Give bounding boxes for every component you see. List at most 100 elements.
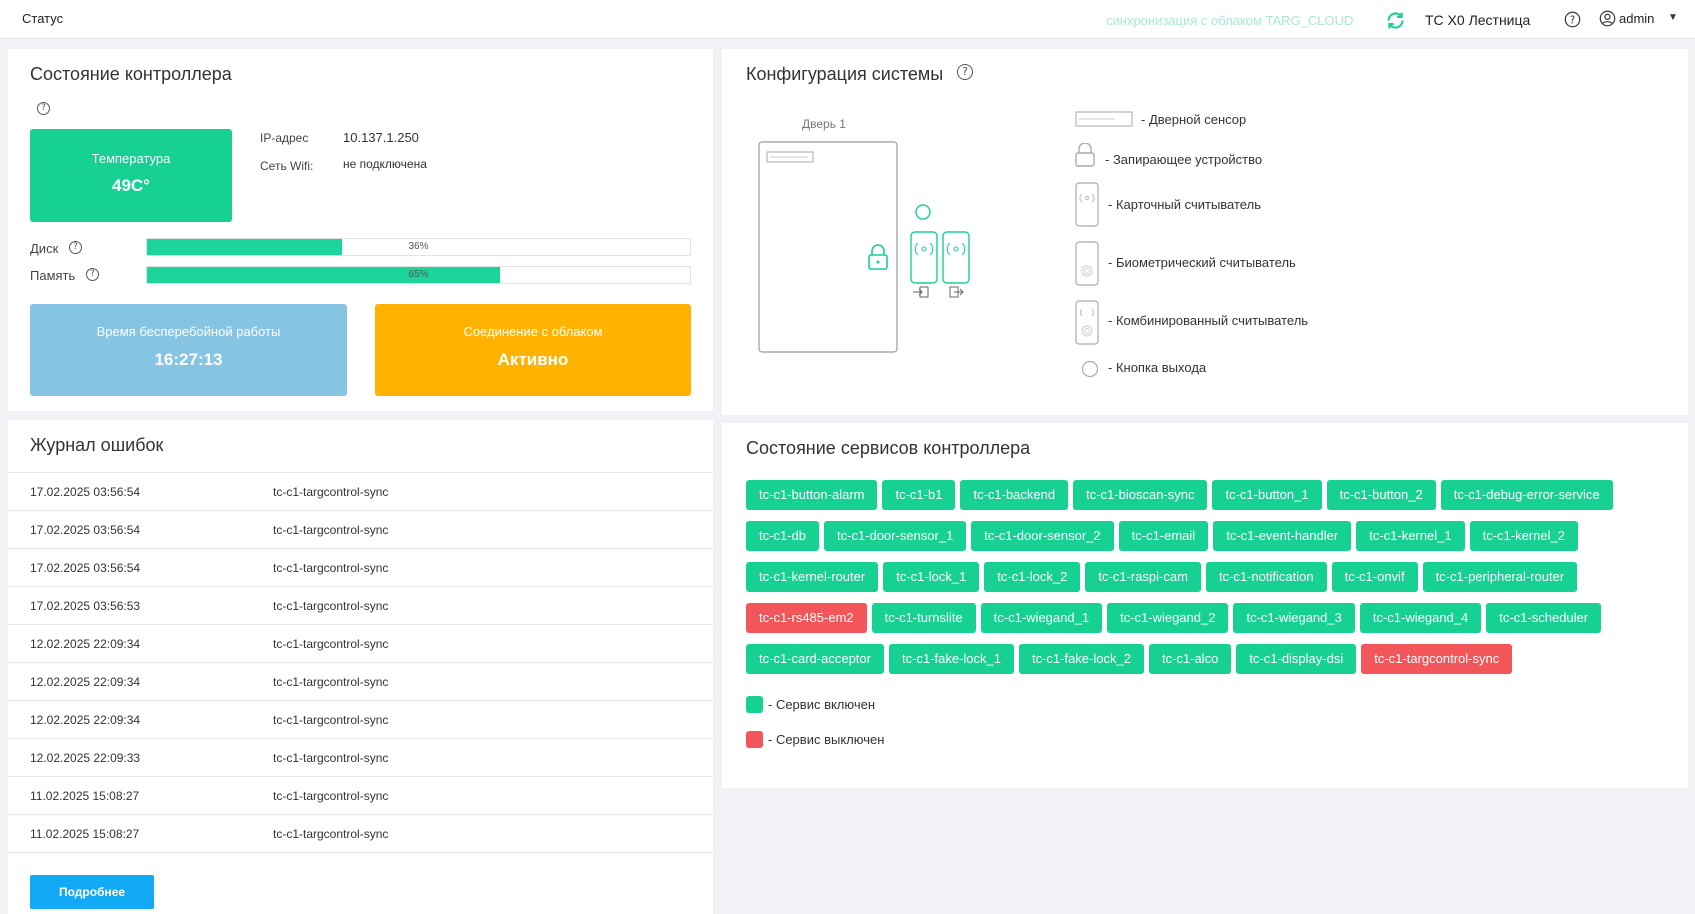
service-chip[interactable]: tc-c1-db — [746, 521, 819, 551]
service-chip[interactable]: tc-c1-kernel-router — [746, 562, 879, 592]
error-date: 11.02.2025 15:08:27 — [30, 789, 140, 803]
door-sensor-icon — [1075, 111, 1133, 127]
user-icon[interactable] — [1599, 10, 1616, 27]
service-chip[interactable]: tc-c1-card-acceptor — [746, 644, 884, 674]
table-row: 11.02.2025 15:08:27 tc-c1-targcontrol-syn… — [8, 776, 713, 814]
service-chip[interactable]: tc-c1-backend — [960, 480, 1069, 510]
ip-value: 10.137.1.250 — [343, 130, 419, 145]
service-chip[interactable]: tc-c1-wiegand_2 — [1107, 603, 1229, 633]
help-icon[interactable]: ? — [1564, 11, 1581, 28]
service-chip[interactable]: tc-c1-wiegand_3 — [1233, 603, 1355, 633]
error-service: tc-c1-targcontrol-sync — [273, 789, 389, 803]
error-service: tc-c1-targcontrol-sync — [273, 599, 389, 613]
legend-service-off: - Сервис выключен — [746, 731, 884, 748]
uptime-value: 16:27:13 — [154, 350, 223, 369]
table-row: 12.02.2025 22:09:34 tc-c1-targcontrol-syn… — [8, 624, 713, 662]
services-row: tc-c1-db tc-c1-door-sensor_1 tc-c1-door-se… — [746, 521, 1578, 551]
service-chip[interactable]: tc-c1-raspi-cam — [1085, 562, 1201, 592]
cloud-connection-label: Соединение с облаком — [463, 324, 603, 339]
legend-on-label: - Сервис включен — [768, 697, 876, 712]
error-service: tc-c1-targcontrol-sync — [273, 827, 389, 841]
help-icon[interactable]: ? — [86, 268, 99, 281]
error-service: tc-c1-targcontrol-sync — [273, 751, 389, 765]
service-chip[interactable]: tc-c1-display-dsi — [1236, 644, 1357, 674]
error-service: tc-c1-targcontrol-sync — [273, 485, 389, 499]
user-name[interactable]: admin — [1619, 11, 1654, 26]
service-chip[interactable]: tc-c1-fake-lock_1 — [888, 644, 1014, 674]
entry-arrow-icon — [913, 286, 929, 298]
service-chip[interactable]: tc-c1-fake-lock_2 — [1018, 644, 1144, 674]
service-chip[interactable]: tc-c1-lock_1 — [883, 562, 980, 592]
service-chip[interactable]: tc-c1-notification — [1205, 562, 1327, 592]
cloud-connection-tile: Соединение с облаком Активно — [375, 304, 691, 396]
temperature-tile: Температура 49C° — [30, 129, 232, 222]
service-chip[interactable]: tc-c1-door-sensor_1 — [823, 521, 967, 551]
error-date: 17.02.2025 03:56:53 — [30, 599, 141, 613]
services-row: tc-c1-rs485-em2 tc-c1-turnslite tc-c1-wieg… — [746, 603, 1602, 633]
table-divider — [8, 852, 713, 853]
table-row: 12.02.2025 22:09:34 tc-c1-targcontrol-syn… — [8, 662, 713, 700]
service-chip[interactable]: tc-c1-onvif — [1331, 562, 1418, 592]
service-chip[interactable]: tc-c1-debug-error-service — [1440, 480, 1613, 510]
service-chip[interactable]: tc-c1-b1 — [882, 480, 956, 510]
card-reader-icon — [1075, 182, 1099, 227]
wifi-value: не подключена — [343, 157, 427, 171]
card-reader-icon — [910, 231, 938, 284]
help-icon[interactable]: ? — [69, 241, 82, 254]
legend-on-swatch — [746, 696, 763, 713]
door-label: Дверь 1 — [802, 117, 846, 131]
service-chip[interactable]: tc-c1-bioscan-sync — [1073, 480, 1208, 510]
sync-icon[interactable] — [1385, 10, 1406, 31]
service-chip[interactable]: tc-c1-button_2 — [1326, 480, 1436, 510]
service-chip[interactable]: tc-c1-wiegand_1 — [980, 603, 1103, 633]
service-chip[interactable]: tc-c1-targcontrol-sync — [1361, 644, 1513, 674]
error-service: tc-c1-targcontrol-sync — [273, 637, 389, 651]
lock-icon — [868, 244, 888, 270]
service-chip[interactable]: tc-c1-scheduler — [1486, 603, 1602, 633]
table-row: 17.02.2025 03:56:54 tc-c1-targcontrol-syn… — [8, 510, 713, 548]
services-row: tc-c1-card-acceptor tc-c1-fake-lock_1 tc-c… — [746, 644, 1513, 674]
legend-exit-button: - Кнопка выхода — [1108, 360, 1207, 375]
service-chip[interactable]: tc-c1-email — [1118, 521, 1209, 551]
table-row: 12.02.2025 22:09:33 tc-c1-targcontrol-syn… — [8, 738, 713, 776]
service-chip[interactable]: tc-c1-event-handler — [1213, 521, 1352, 551]
service-chip[interactable]: tc-c1-kernel_2 — [1469, 521, 1578, 551]
door-diagram — [758, 141, 970, 353]
services-row: tc-c1-button-alarm tc-c1-b1 tc-c1-backend t… — [746, 480, 1613, 510]
legend-combined-reader: - Комбинированный считыватель — [1108, 313, 1309, 328]
legend-off-swatch — [746, 731, 763, 748]
error-service: tc-c1-targcontrol-sync — [273, 523, 389, 537]
exit-arrow-icon — [949, 286, 964, 298]
error-service: tc-c1-targcontrol-sync — [273, 675, 389, 689]
help-icon[interactable]: ? — [37, 102, 50, 115]
service-chip[interactable]: tc-c1-kernel_1 — [1356, 521, 1465, 551]
service-chip[interactable]: tc-c1-rs485-em2 — [746, 603, 867, 633]
memory-usage-bar: 65% — [146, 266, 691, 284]
service-chip[interactable]: tc-c1-turnslite — [871, 603, 976, 633]
error-date: 12.02.2025 22:09:34 — [30, 637, 141, 651]
service-chip[interactable]: tc-c1-door-sensor_2 — [971, 521, 1114, 551]
disk-usage-percent: 36% — [408, 241, 429, 252]
legend-off-label: - Сервис выключен — [768, 732, 885, 747]
cloud-connection-value: Активно — [497, 350, 569, 369]
service-chip[interactable]: tc-c1-button_1 — [1212, 480, 1322, 510]
service-chip[interactable]: tc-c1-alco — [1148, 644, 1232, 674]
memory-label: Память — [30, 268, 76, 283]
ip-label: IP-адрес — [260, 131, 309, 145]
table-row: 11.02.2025 15:08:27 tc-c1-targcontrol-syn… — [8, 814, 713, 852]
device-name[interactable]: TC X0 Лестница — [1425, 12, 1530, 28]
memory-usage-percent: 65% — [408, 269, 429, 280]
uptime-tile: Время бесперебойной работы 16:27:13 — [30, 304, 347, 396]
service-chip[interactable]: tc-c1-wiegand_4 — [1359, 603, 1482, 633]
help-icon[interactable]: ? — [957, 64, 973, 80]
legend-biometric-reader: - Биометрический считыватель — [1108, 255, 1296, 270]
details-button[interactable]: Подробнее — [30, 875, 154, 909]
chevron-down-icon[interactable]: ▼ — [1668, 12, 1678, 23]
exit-button-icon — [915, 204, 931, 220]
services-row: tc-c1-kernel-router tc-c1-lock_1 tc-c1-loc… — [746, 562, 1578, 592]
service-chip[interactable]: tc-c1-button-alarm — [746, 480, 878, 510]
error-date: 17.02.2025 03:56:54 — [30, 561, 141, 575]
service-chip[interactable]: tc-c1-lock_2 — [984, 562, 1081, 592]
service-chip[interactable]: tc-c1-peripheral-router — [1422, 562, 1578, 592]
disk-usage-bar: 36% — [146, 238, 691, 256]
